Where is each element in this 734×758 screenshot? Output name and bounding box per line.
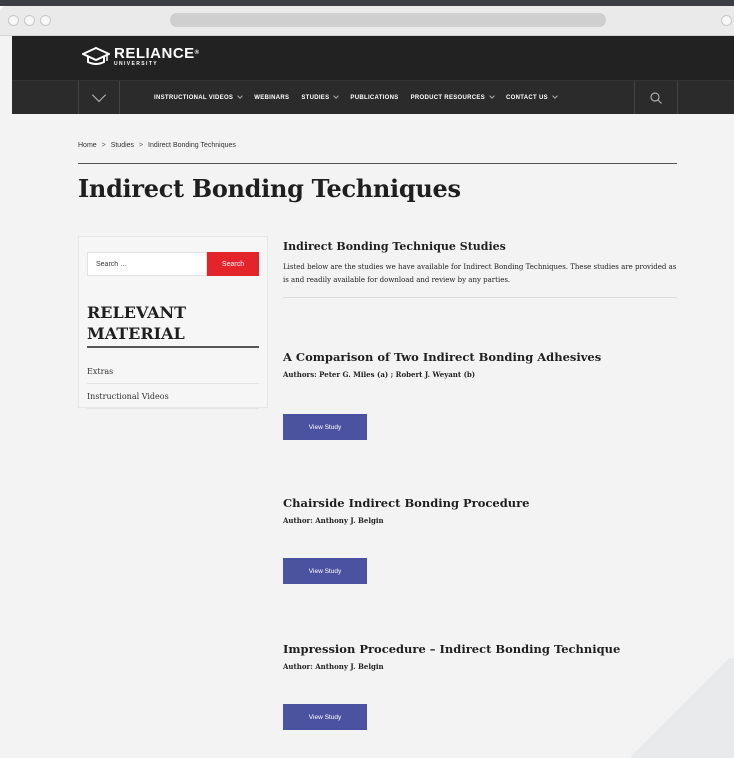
backdrop-corner — [624, 658, 734, 758]
breadcrumb-current: Indirect Bonding Techniques — [148, 142, 236, 149]
search-button[interactable]: Search — [207, 252, 259, 276]
sidebar: Search RELEVANT MATERIAL Extras Instruct… — [78, 236, 268, 409]
dropdown-chevron-icon — [333, 93, 340, 99]
section-description: Listed below are the studies we have ava… — [283, 263, 677, 284]
address-bar[interactable] — [170, 13, 606, 27]
section-heading: Indirect Bonding Technique Studies — [283, 240, 506, 253]
nav-item-product-resources[interactable]: PRODUCT RESOURCES — [411, 93, 495, 101]
main-intro: Indirect Bonding Technique Studies Liste… — [283, 236, 677, 298]
title-divider — [78, 163, 677, 164]
dropdown-chevron-icon — [237, 93, 244, 99]
nav-search-button[interactable] — [634, 81, 678, 114]
search-icon — [650, 91, 662, 104]
main-nav: INSTRUCTIONAL VIDEOS WEBINARS STUDIES PU… — [12, 80, 734, 114]
nav-items: INSTRUCTIONAL VIDEOS WEBINARS STUDIES PU… — [154, 81, 569, 114]
page-title: Indirect Bonding Techniques — [78, 174, 461, 203]
study-item: Impression Procedure – Indirect Bonding … — [283, 642, 677, 730]
window-minimize-dot[interactable] — [24, 15, 35, 26]
registered-mark: ® — [194, 49, 200, 56]
breadcrumb: Home > Studies > Indirect Bonding Techni… — [78, 142, 239, 149]
breadcrumb-studies[interactable]: Studies — [111, 142, 134, 149]
nav-item-contact-us[interactable]: CONTACT US — [506, 93, 558, 101]
window-maximize-dot[interactable] — [40, 15, 51, 26]
study-item: A Comparison of Two Indirect Bonding Adh… — [283, 350, 677, 440]
study-title[interactable]: A Comparison of Two Indirect Bonding Adh… — [283, 350, 677, 364]
sidebar-search: Search — [87, 252, 259, 276]
study-title[interactable]: Chairside Indirect Bonding Procedure — [283, 496, 677, 510]
nav-toggle-button[interactable] — [78, 81, 120, 114]
view-study-button[interactable]: View Study — [283, 558, 367, 584]
view-study-button[interactable]: View Study — [283, 704, 367, 730]
browser-menu-dot[interactable] — [721, 15, 732, 26]
nav-item-publications[interactable]: PUBLICATIONS — [350, 95, 398, 101]
dropdown-chevron-icon — [489, 93, 495, 99]
dropdown-chevron-icon — [552, 93, 558, 99]
sidebar-item-instructional-videos[interactable]: Instructional Videos — [87, 384, 259, 409]
brand-name: RELIANCE — [114, 44, 195, 62]
logo-wordmark: RELIANCE® UNIVERSITY — [114, 46, 200, 67]
view-study-button[interactable]: View Study — [283, 414, 367, 440]
nav-item-instructional-videos[interactable]: INSTRUCTIONAL VIDEOS — [154, 93, 244, 101]
study-authors: Author: Anthony J. Belgin — [283, 662, 384, 671]
section-divider — [283, 297, 677, 298]
window-close-dot[interactable] — [8, 15, 19, 26]
browser-window: RELIANCE® UNIVERSITY INSTRUCTIONAL VIDEO… — [0, 6, 734, 758]
study-authors: Authors: Peter G. Miles (a) ; Robert J. … — [283, 370, 476, 379]
breadcrumb-separator: > — [101, 142, 106, 149]
sidebar-list: Extras Instructional Videos — [87, 359, 259, 409]
nav-item-webinars[interactable]: WEBINARS — [254, 95, 289, 101]
chevron-down-icon — [91, 87, 107, 103]
study-item: Chairside Indirect Bonding Procedure Aut… — [283, 496, 677, 584]
web-page: RELIANCE® UNIVERSITY INSTRUCTIONAL VIDEO… — [12, 36, 734, 758]
site-logo[interactable]: RELIANCE® UNIVERSITY — [80, 45, 200, 67]
site-header: RELIANCE® UNIVERSITY — [12, 36, 734, 80]
study-title[interactable]: Impression Procedure – Indirect Bonding … — [283, 642, 677, 656]
sidebar-item-extras[interactable]: Extras — [87, 359, 259, 384]
sidebar-heading: RELEVANT MATERIAL — [87, 302, 259, 348]
study-authors: Author: Anthony J. Belgin — [283, 516, 384, 525]
nav-item-studies[interactable]: STUDIES — [301, 93, 340, 101]
breadcrumb-separator: > — [139, 142, 144, 149]
breadcrumb-home[interactable]: Home — [78, 142, 97, 149]
search-input[interactable] — [87, 252, 207, 276]
graduation-cap-icon — [80, 45, 112, 67]
browser-chrome — [0, 6, 734, 36]
